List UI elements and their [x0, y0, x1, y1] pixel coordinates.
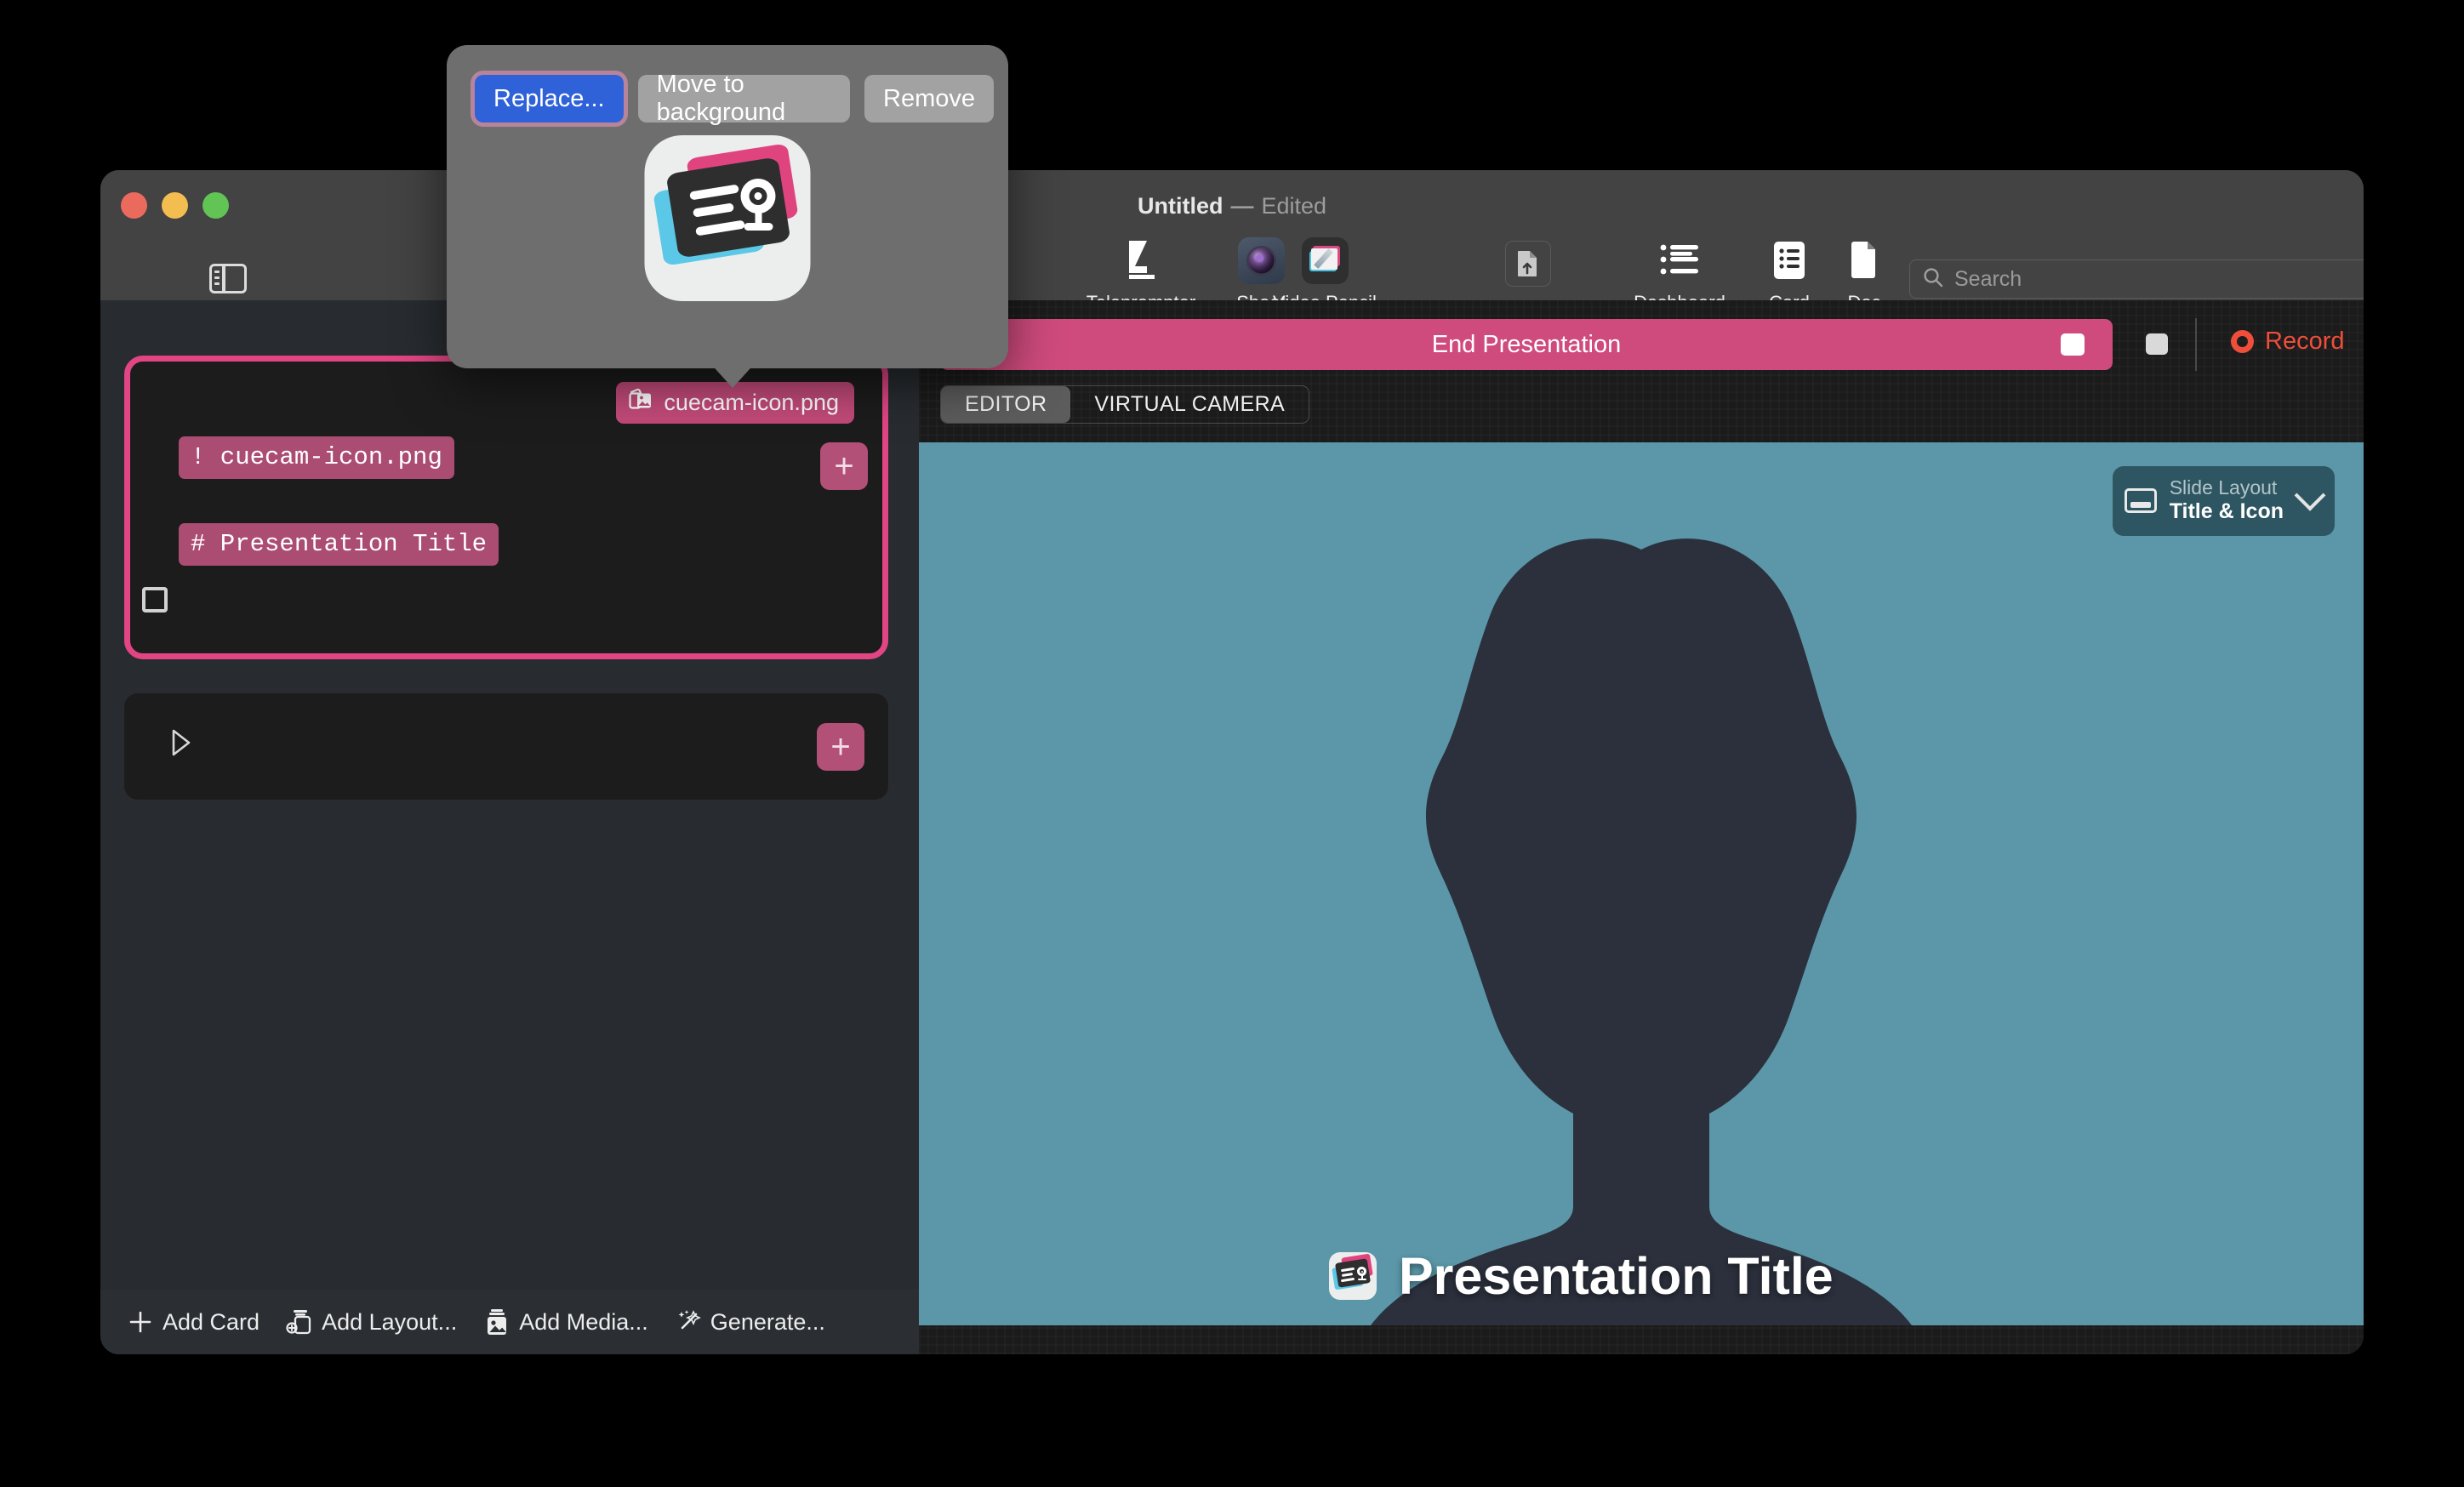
row-add-button[interactable]: + — [817, 723, 864, 771]
search-icon — [1922, 266, 1944, 293]
add-layout-label: Add Layout... — [322, 1309, 457, 1336]
end-presentation-label: End Presentation — [1432, 331, 1621, 359]
card-editor-selected[interactable]: cuecam-icon.png ! cuecam-icon.png # Pres… — [124, 356, 888, 659]
media-actions-popover: Replace... Move to background Remove — [447, 45, 1008, 368]
slide-layout-value: Title & Icon — [2170, 499, 2284, 525]
sidebar-toggle-icon[interactable] — [209, 264, 247, 293]
end-presentation-button[interactable]: End Presentation — [940, 319, 2113, 370]
card-checkbox[interactable] — [142, 587, 168, 612]
media-badge-label: cuecam-icon.png — [664, 390, 839, 416]
title-separator: — — [1230, 193, 1253, 219]
add-layout-button[interactable]: Add Layout... — [285, 1308, 457, 1336]
record-button[interactable]: Record — [2231, 328, 2345, 356]
slide-layout-dropdown[interactable]: Slide Layout Title & Icon — [2113, 466, 2335, 536]
slide-layout-caption: Slide Layout — [2170, 476, 2284, 499]
card-row-empty[interactable]: + — [124, 693, 888, 800]
replace-button[interactable]: Replace... — [475, 75, 624, 122]
add-card-label: Add Card — [163, 1309, 260, 1336]
popover-media-preview[interactable] — [645, 135, 811, 301]
search-input[interactable]: Search — [1909, 259, 2364, 299]
document-title: Untitled — [1138, 193, 1223, 219]
generate-label: Generate... — [710, 1309, 825, 1336]
window-body: cuecam-icon.png ! cuecam-icon.png # Pres… — [100, 300, 2364, 1354]
remove-button[interactable]: Remove — [864, 75, 994, 122]
cuecam-app-icon — [645, 135, 811, 301]
sparkle-wand-icon — [674, 1308, 703, 1336]
search-placeholder: Search — [1954, 267, 2022, 292]
editor-bottom-toolbar: Add Card Add Layout... — [100, 1290, 919, 1354]
popover-button-row: Replace... Move to background Remove — [475, 75, 1008, 122]
window-titlebar: Untitled—Edited Teleprompter Shoot — [100, 170, 2364, 300]
add-card-button[interactable]: Add Card — [126, 1308, 260, 1336]
presentation-panel: End Presentation Record EDITOR VIRTUAL C… — [919, 300, 2364, 1354]
add-media-button[interactable]: Add Media... — [482, 1308, 648, 1336]
record-dot-icon — [2231, 330, 2254, 353]
mode-tabs[interactable]: EDITOR VIRTUAL CAMERA — [940, 385, 1309, 424]
add-media-label: Add Media... — [519, 1309, 648, 1336]
record-label: Record — [2265, 328, 2345, 356]
stop-square-icon[interactable] — [2061, 333, 2085, 356]
layout-title-icon — [2125, 488, 2157, 513]
play-triangle-icon[interactable] — [151, 729, 170, 756]
document-upload-icon[interactable] — [1505, 241, 1551, 287]
tab-editor[interactable]: EDITOR — [941, 386, 1070, 423]
plus-icon — [126, 1308, 155, 1336]
video-pencil-icon — [1252, 235, 1397, 286]
cuecam-app-icon — [1329, 1252, 1377, 1300]
add-layout-icon — [285, 1308, 314, 1336]
document-edited-state: Edited — [1261, 193, 1326, 219]
secondary-stop-icon[interactable] — [2146, 333, 2168, 355]
slide-preview[interactable]: Slide Layout Title & Icon — [919, 442, 2364, 1325]
token-image[interactable]: ! cuecam-icon.png — [179, 436, 454, 479]
move-to-background-button[interactable]: Move to background — [638, 75, 850, 122]
popover-arrow — [708, 361, 757, 388]
tab-virtual-camera[interactable]: VIRTUAL CAMERA — [1070, 386, 1309, 423]
document-title-group: Untitled — Edited — [100, 193, 2364, 219]
editor-panel: cuecam-icon.png ! cuecam-icon.png # Pres… — [100, 300, 919, 1354]
token-heading[interactable]: # Presentation Title — [179, 523, 499, 566]
photo-stack-icon — [628, 388, 653, 417]
generate-button[interactable]: Generate... — [674, 1308, 825, 1336]
slide-title-group: Presentation Title — [1329, 1246, 1834, 1306]
chevron-down-icon[interactable] — [2295, 480, 2326, 511]
card-add-button[interactable]: + — [820, 442, 868, 490]
media-badge[interactable]: cuecam-icon.png — [616, 382, 854, 424]
add-media-icon — [482, 1308, 511, 1336]
desktop-backdrop: Untitled—Edited Teleprompter Shoot — [0, 0, 2464, 1487]
slide-title: Presentation Title — [1399, 1246, 1834, 1306]
app-window: Untitled—Edited Teleprompter Shoot — [100, 170, 2364, 1354]
toolbar-divider — [2195, 318, 2197, 371]
person-silhouette — [1318, 534, 1965, 1325]
